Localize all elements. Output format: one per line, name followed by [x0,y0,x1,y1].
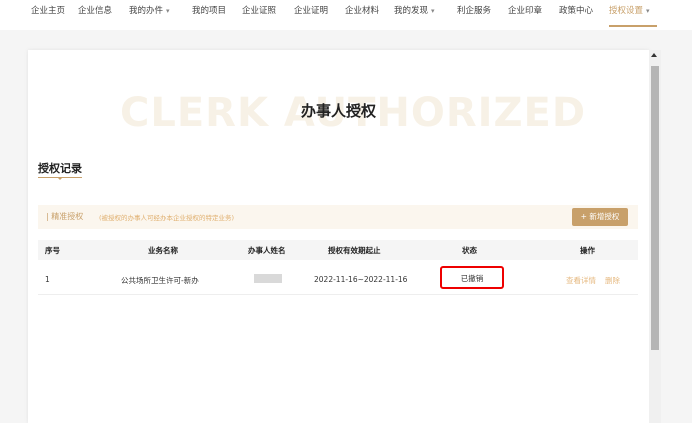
masked-name [254,274,282,283]
chevron-down-icon: ▾ [166,7,170,15]
view-details-link[interactable]: 查看详情 [566,275,596,286]
cell-business: 公共场所卫生许可-新办 [121,276,199,285]
nav-item-label: 我的办件 [129,6,164,16]
header-validity: 授权有效期起止 [328,246,381,255]
header-business: 业务名称 [148,246,178,255]
header-index: 序号 [45,246,60,255]
nav-item-label: 我的发现 [394,6,429,16]
header-actions: 操作 [580,246,595,255]
nav-item-materials[interactable]: 企业材料 [345,5,379,17]
table-header: 序号 业务名称 办事人姓名 授权有效期起止 状态 操作 [38,240,638,260]
nav-item-authorization[interactable]: 授权设置 ▾ [609,5,650,17]
add-authorization-button[interactable]: + 新增授权 [572,208,628,226]
status-badge: 已撤销 [460,274,484,283]
nav-item-company-info[interactable]: 企业信息 [78,5,112,17]
active-tab-indicator [609,25,657,27]
nav-item-my-cases[interactable]: 我的办件 ▾ [129,5,170,17]
nav-item-seals[interactable]: 企业印章 [508,5,542,17]
precise-authorization-label: | 精准授权 [46,212,84,221]
delete-link[interactable]: 删除 [605,275,620,286]
cell-validity: 2022-11-16~2022-11-16 [314,275,408,284]
authorization-toolbar: | 精准授权 (被授权的办事人可经办本企业授权的特定业务) + 新增授权 [38,205,638,229]
section-marker-icon [57,177,63,180]
nav-item-discover[interactable]: 我的发现 ▾ [394,5,435,17]
nav-item-policy[interactable]: 政策中心 [559,5,593,17]
scroll-up-icon[interactable] [651,53,657,57]
nav-item-my-projects[interactable]: 我的项目 [192,5,226,17]
cell-index: 1 [45,275,50,284]
table-row: 1 公共场所卫生许可-新办 2022-11-16~2022-11-16 已撤销 … [38,261,638,295]
top-navigation: 企业主页 企业信息 我的办件 ▾ 我的项目 企业证照 企业证明 企业材料 我的发现… [0,0,692,30]
authorization-hint: (被授权的办事人可经办本企业授权的特定业务) [99,214,235,222]
chevron-down-icon: ▾ [646,7,650,15]
header-status: 状态 [462,246,477,255]
nav-item-certificates[interactable]: 企业证明 [294,5,328,17]
nav-item-label: 授权设置 [609,6,644,16]
nav-item-licenses[interactable]: 企业证照 [242,5,276,17]
section-title: 授权记录 [38,162,82,175]
scrollbar-thumb[interactable] [651,66,659,350]
status-highlight: 已撤销 [440,266,504,289]
main-card: CLERK AUTHORIZED 办事人授权 授权记录 | 精准授权 (被授权的… [28,50,649,423]
page-title: 办事人授权 [300,102,376,120]
nav-item-home[interactable]: 企业主页 [31,5,65,17]
header-agent-name: 办事人姓名 [248,246,286,255]
nav-item-services[interactable]: 利企服务 [457,5,491,17]
vertical-scrollbar[interactable] [649,50,661,423]
chevron-down-icon: ▾ [431,7,435,15]
